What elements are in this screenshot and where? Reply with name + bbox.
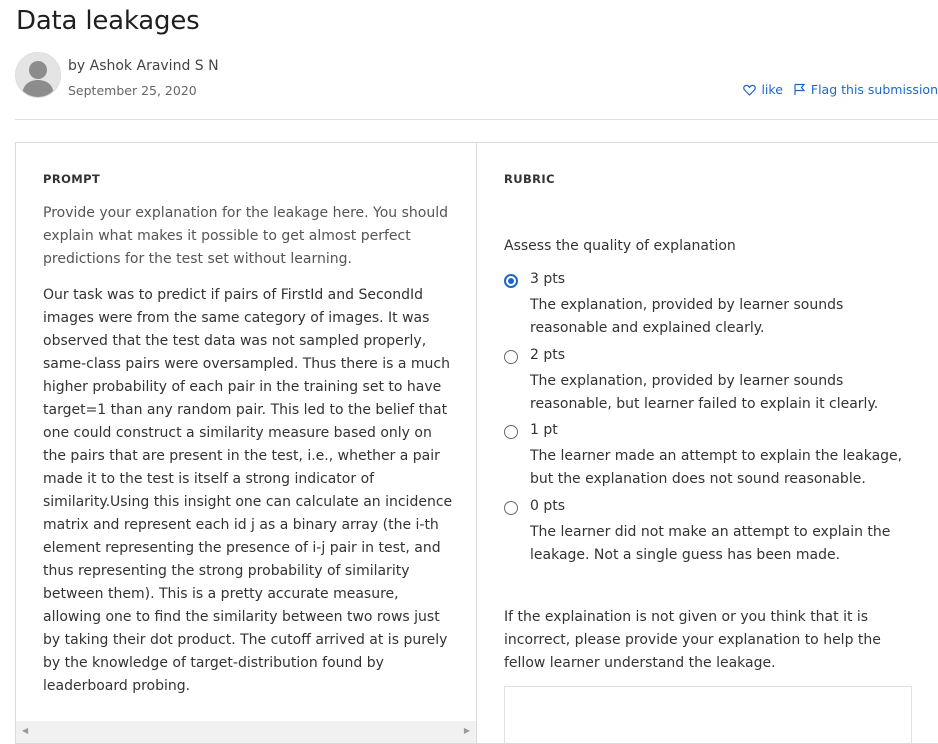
like-button[interactable]: like: [743, 82, 783, 97]
radio-0-pts[interactable]: [504, 501, 518, 515]
option-points: 2 pts: [530, 347, 566, 363]
review-panel: PROMPT Provide your explanation for the …: [15, 142, 938, 744]
flag-label: Flag this submission: [810, 82, 938, 97]
radio-3-pts[interactable]: [504, 274, 518, 288]
heart-icon: [743, 84, 757, 96]
scroll-left-icon[interactable]: ◀: [22, 726, 28, 735]
author-name[interactable]: by Ashok Aravind S N: [68, 58, 219, 74]
prompt-instructions: Provide your explanation for the leakage…: [43, 205, 449, 267]
feedback-textarea[interactable]: [504, 686, 912, 743]
submission-date: September 25, 2020: [68, 83, 197, 98]
radio-1-pt[interactable]: [504, 425, 518, 439]
option-points: 1 pt: [530, 422, 558, 438]
page-title: Data leakages: [16, 6, 200, 36]
option-points: 3 pts: [530, 271, 566, 287]
like-label: like: [761, 82, 783, 97]
option-points: 0 pts: [530, 498, 566, 514]
flag-submission-link[interactable]: Flag this submission: [793, 82, 938, 97]
submission-actions: like Flag this submission: [743, 82, 938, 97]
prompt-heading: PROMPT: [43, 172, 101, 186]
prompt-column[interactable]: PROMPT Provide your explanation for the …: [16, 143, 477, 743]
option-description: The learner did not make an attempt to e…: [530, 524, 891, 563]
rubric-heading: RUBRIC: [504, 172, 555, 186]
option-description: The explanation, provided by learner sou…: [530, 297, 844, 336]
flag-icon: [794, 83, 806, 95]
feedback-instructions: If the explaination is not given or you …: [504, 609, 881, 671]
user-silhouette-icon: [16, 53, 60, 97]
option-description: The explanation, provided by learner sou…: [530, 373, 879, 412]
header-divider: [15, 119, 938, 120]
avatar: [15, 52, 61, 98]
rubric-column: RUBRIC Assess the quality of explanation…: [477, 143, 938, 743]
rubric-criterion: Assess the quality of explanation: [504, 238, 736, 254]
radio-2-pts[interactable]: [504, 350, 518, 364]
learner-answer: Our task was to predict if pairs of Firs…: [43, 287, 453, 694]
scroll-right-icon[interactable]: ▶: [464, 726, 470, 735]
horizontal-scrollbar[interactable]: ◀ ▶: [16, 721, 476, 743]
option-description: The learner made an attempt to explain t…: [530, 448, 903, 487]
